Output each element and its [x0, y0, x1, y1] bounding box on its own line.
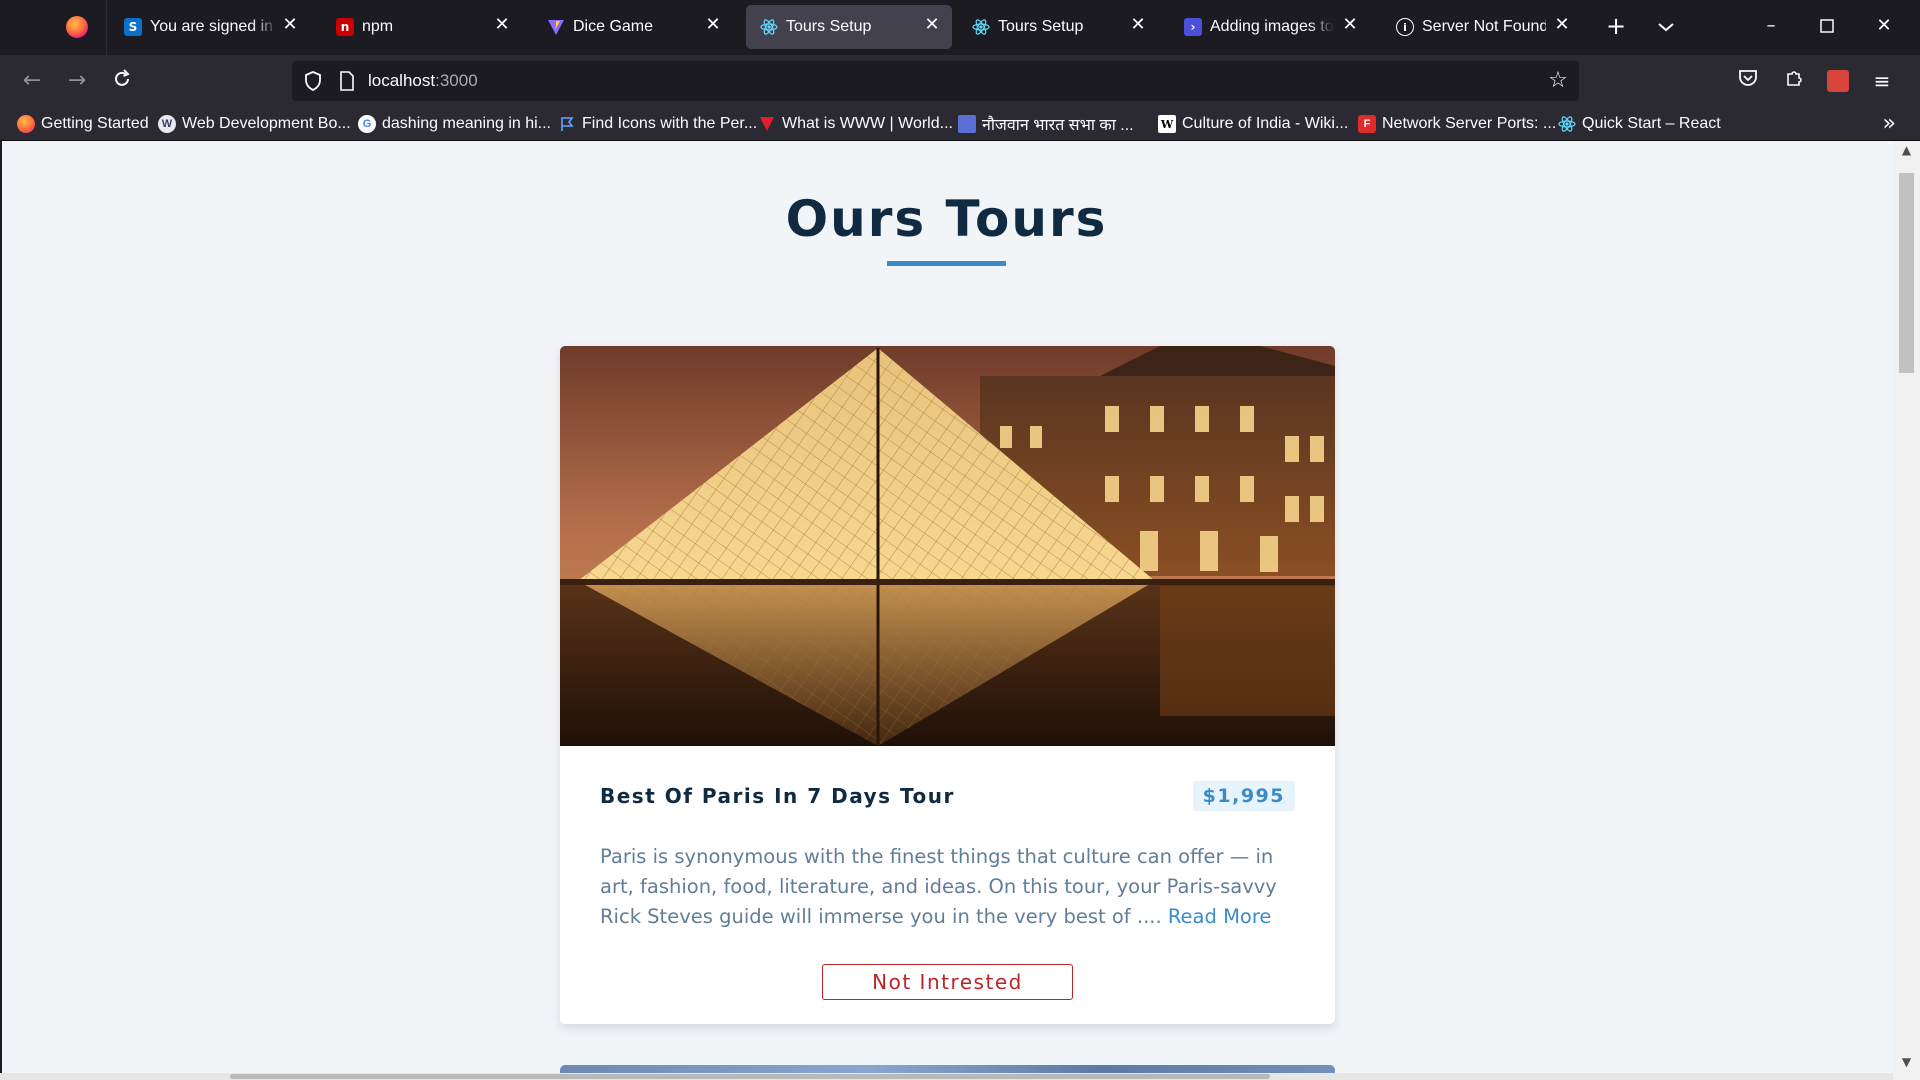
- bookmark-what-is-www[interactable]: What is WWW | World...: [758, 113, 953, 135]
- info-icon: i: [1396, 18, 1414, 36]
- emblem-icon: [958, 115, 976, 133]
- page-title: Ours Tours: [785, 190, 1108, 248]
- tab-separator: [106, 0, 107, 55]
- tab-npm[interactable]: n npm ✕: [322, 5, 522, 49]
- url-text[interactable]: localhost:3000: [368, 71, 478, 91]
- close-tab-icon[interactable]: ✕: [280, 15, 300, 35]
- maximize-window-icon[interactable]: [1815, 14, 1839, 38]
- close-tab-icon[interactable]: ✕: [1340, 15, 1360, 35]
- tab-server-not-found[interactable]: i Server Not Found ✕: [1382, 5, 1582, 49]
- back-arrow-icon[interactable]: ←: [18, 68, 46, 94]
- bookmark-label: नौजवान भारत सभा का ...: [982, 117, 1134, 134]
- react-icon: [760, 18, 778, 36]
- react-icon: [1558, 115, 1576, 133]
- window-border: [0, 141, 2, 1080]
- bookmark-label: Getting Started: [41, 115, 149, 132]
- horizontal-scrollbar-thumb[interactable]: [230, 1074, 1270, 1079]
- bookmark-web-development[interactable]: W Web Development Bo...: [158, 113, 351, 135]
- bookmark-culture-of-india[interactable]: W Culture of India - Wiki...: [1158, 113, 1348, 135]
- tour-name: Best Of Paris In 7 Days Tour: [600, 784, 955, 808]
- tab-strip: S You are signed in as S ✕ n npm ✕ Dice …: [0, 0, 1920, 55]
- url-host: localhost: [368, 71, 436, 90]
- close-tab-icon[interactable]: ✕: [922, 15, 942, 35]
- bookmark-label: Quick Start – React: [1582, 115, 1721, 132]
- bookmarks-toolbar: Getting Started W Web Development Bo... …: [0, 107, 1920, 141]
- tab-title: Tours Setup: [998, 18, 1084, 35]
- address-bar[interactable]: localhost:3000 ☆: [292, 61, 1579, 101]
- tab-dice-game[interactable]: Dice Game ✕: [533, 5, 733, 49]
- stackoverflow-s-icon: S: [124, 18, 142, 36]
- close-window-icon[interactable]: ✕: [1872, 14, 1896, 38]
- extensions-puzzle-icon[interactable]: [1781, 68, 1807, 94]
- tab-adding-images[interactable]: › Adding images to RE ✕: [1170, 5, 1370, 49]
- horizontal-scrollbar[interactable]: [0, 1073, 1893, 1080]
- pocket-icon[interactable]: [1735, 68, 1761, 94]
- firefox-icon: [17, 115, 35, 133]
- navigation-toolbar: ← → localhost:3000 ☆ ≡: [0, 55, 1920, 107]
- close-tab-icon[interactable]: ✕: [703, 15, 723, 35]
- bookmark-naujawan-bharat[interactable]: नौजवान भारत सभा का ...: [958, 113, 1134, 135]
- forward-arrow-icon[interactable]: →: [63, 68, 91, 94]
- code-terminal-icon: ›: [1184, 18, 1202, 36]
- vite-icon: [547, 18, 565, 36]
- bookmark-label: dashing meaning in hi...: [382, 115, 551, 132]
- tab-title: Tours Setup: [786, 18, 872, 35]
- url-port: :3000: [435, 71, 478, 90]
- tab-title: You are signed in as S: [150, 18, 278, 35]
- tour-description: Paris is synonymous with the finest thin…: [600, 842, 1300, 932]
- bookmark-quick-start-react[interactable]: Quick Start – React: [1558, 113, 1721, 135]
- tour-card: Best Of Paris In 7 Days Tour $1,995 Pari…: [560, 346, 1335, 1024]
- bookmark-label: Culture of India - Wiki...: [1182, 115, 1349, 132]
- bookmark-label: Web Development Bo...: [182, 115, 351, 132]
- new-tab-plus-icon[interactable]: +: [1604, 14, 1628, 38]
- hamburger-menu-icon[interactable]: ≡: [1869, 68, 1895, 94]
- bookmark-network-server-ports[interactable]: F Network Server Ports: ...: [1358, 113, 1556, 135]
- server-icon: F: [1358, 115, 1376, 133]
- reload-icon[interactable]: [108, 68, 136, 94]
- bookmark-label: Find Icons with the Per...: [582, 115, 758, 132]
- list-all-tabs-chevron-down-icon[interactable]: [1654, 16, 1678, 36]
- close-tab-icon[interactable]: ✕: [1552, 15, 1572, 35]
- scroll-down-arrow-icon[interactable]: ▼: [1899, 1055, 1914, 1071]
- google-icon: G: [358, 115, 376, 133]
- tour-price-badge: $1,995: [1192, 781, 1295, 811]
- title-underline: [887, 261, 1006, 266]
- bookmark-star-icon[interactable]: ☆: [1545, 68, 1571, 94]
- wikipedia-icon: W: [1158, 115, 1176, 133]
- vivaldi-icon: [758, 115, 776, 133]
- bookmark-getting-started[interactable]: Getting Started: [17, 113, 149, 135]
- close-tab-icon[interactable]: ✕: [1128, 15, 1148, 35]
- extension-red-icon[interactable]: [1825, 68, 1851, 94]
- vertical-scrollbar[interactable]: ▲ ▼: [1893, 141, 1920, 1080]
- tab-stackoverflow[interactable]: S You are signed in as S ✕: [110, 5, 310, 49]
- read-more-link[interactable]: Read More: [1168, 905, 1272, 928]
- bookmark-label: What is WWW | World...: [782, 115, 953, 132]
- more-bookmarks-chevron-icon[interactable]: »: [1883, 111, 1896, 137]
- bookmark-find-icons[interactable]: Find Icons with the Per...: [558, 113, 757, 135]
- tour-card-footer: Best Of Paris In 7 Days Tour $1,995 Pari…: [560, 746, 1335, 1024]
- tracking-protection-shield-icon[interactable]: [302, 70, 324, 92]
- not-interested-button[interactable]: Not Intrested: [822, 964, 1073, 1000]
- scroll-up-arrow-icon[interactable]: ▲: [1899, 143, 1914, 159]
- web-dev-icon: W: [158, 115, 176, 133]
- tour-image-louvre: [560, 346, 1335, 746]
- page-viewport: Ours Tours Best Of Paris In 7 Days Tour …: [0, 141, 1920, 1080]
- tab-title: Dice Game: [573, 18, 654, 35]
- tab-tours-setup-active[interactable]: Tours Setup ✕: [746, 5, 952, 49]
- tab-title: npm: [362, 18, 394, 35]
- bookmark-dashing-meaning[interactable]: G dashing meaning in hi...: [358, 113, 551, 135]
- tab-title: Adding images to RE: [1210, 18, 1334, 35]
- tab-tours-setup[interactable]: Tours Setup ✕: [958, 5, 1158, 49]
- bookmark-label: Network Server Ports: ...: [1382, 115, 1557, 132]
- close-tab-icon[interactable]: ✕: [492, 15, 512, 35]
- minimize-window-icon[interactable]: –: [1759, 14, 1783, 38]
- flag-icon: [558, 115, 576, 133]
- vertical-scrollbar-thumb[interactable]: [1899, 173, 1914, 373]
- page-info-icon[interactable]: [339, 71, 355, 91]
- firefox-view-icon[interactable]: [66, 16, 88, 38]
- npm-icon: n: [336, 18, 354, 36]
- react-icon: [972, 18, 990, 36]
- tab-title: Server Not Found: [1422, 18, 1546, 35]
